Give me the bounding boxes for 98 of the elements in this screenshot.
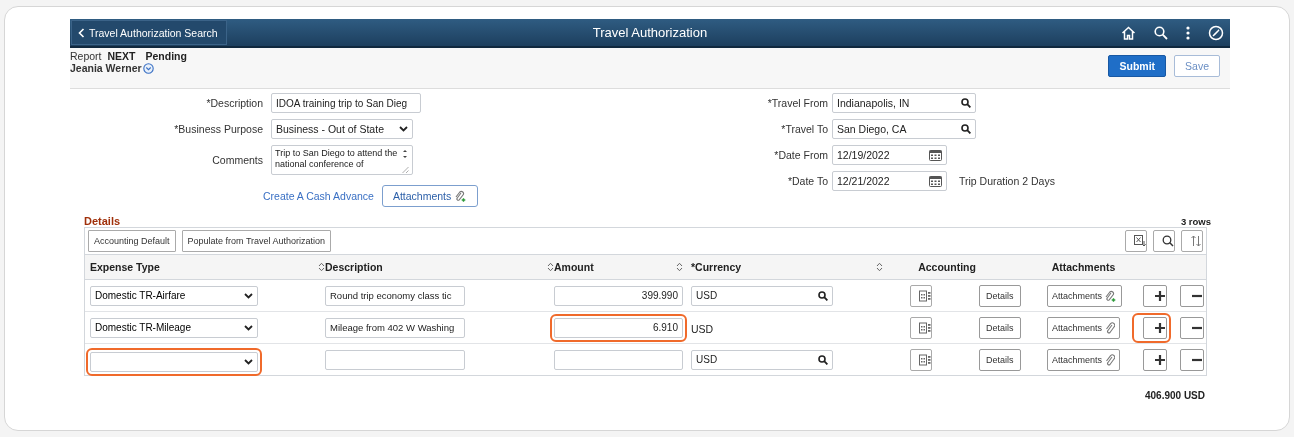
sort-icon (676, 262, 683, 272)
amount-field[interactable]: 399.990 (554, 285, 683, 306)
calculator-icon (919, 289, 931, 302)
currency-field[interactable]: USD (691, 349, 833, 370)
column-header[interactable]: Description (325, 261, 554, 273)
calendar-icon (929, 149, 942, 161)
add-row-button[interactable] (1143, 316, 1167, 339)
export-button[interactable] (1125, 230, 1147, 252)
delete-row-button[interactable] (1180, 348, 1204, 371)
field-label: *Description (205, 97, 263, 109)
search-icon (818, 290, 828, 301)
sort-icon (547, 262, 554, 272)
delete-row-button[interactable] (1180, 316, 1204, 339)
status-text: Pending (145, 50, 187, 62)
column-header[interactable]: Expense Type (90, 261, 325, 273)
report-id: NEXT (107, 50, 136, 62)
chevron-down-icon (244, 358, 253, 365)
search-icon (961, 124, 971, 134)
minus-icon (1191, 357, 1203, 362)
accounting-button[interactable] (910, 348, 932, 371)
description-field[interactable]: Round trip economy class tic (325, 285, 465, 306)
dropdown-circle-icon (142, 62, 154, 74)
field-label: *Date From (773, 149, 828, 161)
plus-icon (1154, 321, 1166, 334)
field-label: *Travel To (780, 123, 828, 135)
amount-field[interactable]: 6.910 (554, 317, 683, 338)
employee-name: Jeania Werner (70, 62, 142, 74)
calculator-icon (919, 353, 931, 366)
add-row-button[interactable] (1143, 348, 1167, 371)
accounting-button[interactable] (910, 316, 932, 339)
calculator-icon (919, 321, 931, 334)
text-field[interactable]: IDOA training trip to San Dieg (271, 93, 421, 113)
delete-row-button[interactable] (1180, 284, 1204, 307)
field-label: *Date To (786, 175, 828, 187)
add-row-button[interactable] (1143, 284, 1167, 307)
submit-button[interactable]: Submit (1108, 55, 1167, 77)
toolbar-button[interactable]: Populate from Travel Authorization (181, 230, 332, 252)
accounting-button[interactable] (910, 284, 932, 307)
home-icon (1121, 25, 1136, 40)
column-header: Attachments (1050, 261, 1117, 273)
search-icon (1154, 25, 1168, 40)
comments-field[interactable]: Trip to San Diego to attend the national conference of (271, 145, 413, 175)
attachments-button[interactable]: Attachments (1047, 316, 1121, 339)
sort-icon (318, 262, 325, 272)
search-icon (1162, 235, 1174, 247)
field-label: *Travel From (766, 97, 828, 109)
attachments-button[interactable]: Attachments (1047, 284, 1123, 307)
chevron-down-icon (399, 126, 408, 132)
search-icon (961, 98, 971, 108)
compass-icon (1208, 24, 1224, 41)
date-field[interactable]: 12/19/2022 (832, 145, 947, 165)
toolbar-button[interactable]: Accounting Default (88, 230, 176, 252)
trip-duration-text: Trip Duration 2 Days (959, 175, 1055, 187)
attachments-button[interactable]: Attachments (1047, 348, 1121, 371)
search-button[interactable] (1153, 230, 1175, 252)
dropdown-field[interactable]: Business - Out of State (271, 119, 413, 139)
expense-type-dropdown[interactable]: Domestic TR-Airfare (90, 285, 258, 306)
back-button[interactable]: Travel Authorization Search (71, 20, 227, 45)
amount-field[interactable] (554, 349, 683, 370)
sort-icon (876, 262, 883, 272)
column-header[interactable]: Amount (554, 261, 683, 273)
sort-arrows-icon (1190, 235, 1202, 247)
export-icon (1134, 235, 1146, 247)
details-button[interactable]: Details (979, 348, 1021, 371)
currency-field[interactable]: USD (691, 285, 833, 306)
cash-advance-link[interactable]: Create A Cash Advance (263, 190, 374, 202)
total-amount: 406.900 USD (1143, 390, 1205, 401)
more-options-icon (1186, 25, 1190, 40)
description-field[interactable] (325, 349, 465, 370)
search-icon (818, 354, 828, 365)
paperclip-plus-icon (455, 190, 468, 202)
lookup-field[interactable]: San Diego, CA (832, 119, 976, 139)
details-button[interactable]: Details (979, 316, 1021, 339)
report-label: Report (70, 50, 102, 62)
row-count: 3 rows (1180, 216, 1211, 227)
section-title: Details (84, 215, 121, 227)
field-label: *Business Purpose (173, 123, 263, 135)
attachments-button[interactable]: Attachments (381, 185, 479, 207)
chevron-down-icon (244, 292, 253, 299)
plus-icon (1154, 353, 1166, 366)
calendar-icon (929, 175, 942, 187)
back-chevron-icon (78, 27, 85, 38)
lookup-field[interactable]: Indianapolis, IN (832, 93, 976, 113)
chevron-down-icon (244, 324, 253, 331)
window-title: Travel Authorization (591, 25, 709, 40)
minus-icon (1191, 293, 1203, 298)
plus-icon (1154, 289, 1166, 302)
field-label: Comments (211, 154, 263, 166)
date-field[interactable]: 12/21/2022 (832, 171, 947, 191)
scrollbar-icon (401, 148, 409, 174)
sort-button[interactable] (1181, 230, 1203, 252)
details-button[interactable]: Details (979, 284, 1021, 307)
column-header: Accounting (917, 261, 977, 273)
currency-text: USD (691, 322, 714, 335)
minus-icon (1191, 325, 1203, 330)
description-field[interactable]: Mileage from 402 W Washing (325, 317, 465, 338)
expense-type-dropdown[interactable]: Domestic TR-Mileage (90, 317, 258, 338)
column-header[interactable]: *Currency (691, 261, 883, 273)
